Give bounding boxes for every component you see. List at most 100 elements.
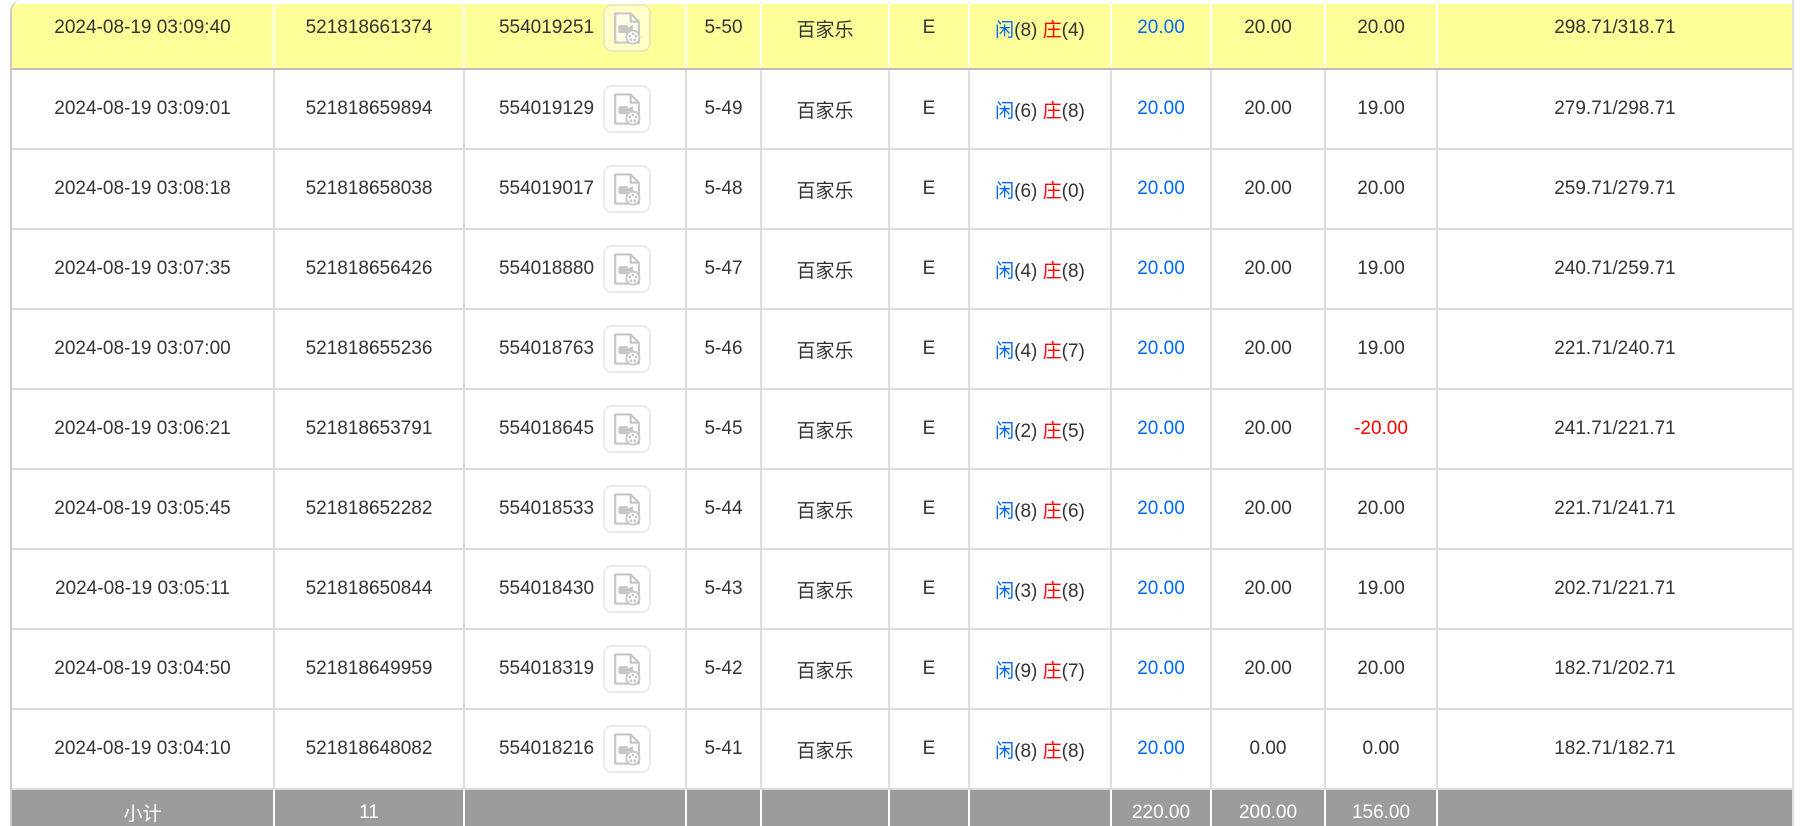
- video-file-icon: [607, 329, 647, 369]
- video-replay-button[interactable]: [603, 4, 651, 52]
- banker-result-label: 庄: [1043, 181, 1062, 202]
- win-loss-amount: 20.00: [1357, 178, 1405, 199]
- cell-table-code: E: [889, 709, 969, 789]
- table-row[interactable]: 2024-08-19 03:07:35 521818656426 5540188…: [12, 229, 1792, 309]
- cell-result: 闲(9) 庄(7): [969, 629, 1111, 709]
- win-loss-amount: 19.00: [1357, 578, 1405, 599]
- video-replay-button[interactable]: [603, 165, 651, 213]
- cell-game-id: 554019017: [464, 149, 686, 229]
- player-result-value: (8): [1014, 741, 1037, 762]
- table-row[interactable]: 2024-08-19 03:09:40 521818661374 5540192…: [12, 4, 1792, 69]
- win-loss-amount: 19.00: [1357, 338, 1405, 359]
- game-type: 百家乐: [796, 341, 853, 362]
- cell-balance: 259.71/279.71: [1437, 149, 1792, 229]
- cell-time: 2024-08-19 03:09:01: [12, 69, 274, 149]
- cell-bet-id: 521818661374: [274, 4, 464, 69]
- banker-result-value: (8): [1062, 581, 1085, 602]
- banker-result-label: 庄: [1043, 741, 1062, 762]
- player-result-label: 闲: [995, 581, 1014, 602]
- banker-result-value: (4): [1062, 20, 1085, 41]
- table-row[interactable]: 2024-08-19 03:07:00 521818655236 5540187…: [12, 309, 1792, 389]
- valid-bet-amount: 20.00: [1137, 418, 1185, 439]
- table-code: E: [923, 498, 936, 519]
- cell-bet-amount: 20.00: [1211, 549, 1325, 629]
- cell-round: 5-49: [686, 69, 761, 149]
- video-replay-button[interactable]: [603, 725, 651, 773]
- balance-after: 279.71/298.71: [1554, 98, 1676, 119]
- video-file-icon: [607, 169, 647, 209]
- game-id: 554019251: [499, 17, 594, 39]
- video-replay-button[interactable]: [603, 325, 651, 373]
- cell-bet-amount: 20.00: [1211, 69, 1325, 149]
- cell-balance: 279.71/298.71: [1437, 69, 1792, 149]
- cell-round: 5-47: [686, 229, 761, 309]
- cell-valid-bet: 20.00: [1111, 709, 1211, 789]
- table-row[interactable]: 2024-08-19 03:04:50 521818649959 5540183…: [12, 629, 1792, 709]
- cell-bet-id: 521818650844: [274, 549, 464, 629]
- video-file-icon: [607, 489, 647, 529]
- round-number: 5-50: [704, 17, 742, 38]
- cell-win-loss: 20.00: [1325, 4, 1437, 69]
- bet-id: 521818648082: [306, 738, 433, 759]
- game-id: 554019017: [499, 178, 594, 200]
- game-type: 百家乐: [796, 20, 853, 41]
- player-result-value: (8): [1014, 501, 1037, 522]
- table-code: E: [923, 578, 936, 599]
- cell-game-type: 百家乐: [761, 309, 889, 389]
- balance-after: 221.71/241.71: [1554, 498, 1676, 519]
- bet-id: 521818655236: [306, 338, 433, 359]
- video-replay-button[interactable]: [603, 565, 651, 613]
- player-result-label: 闲: [995, 501, 1014, 522]
- cell-balance: 241.71/221.71: [1437, 389, 1792, 469]
- bet-id: 521818650844: [306, 578, 433, 599]
- round-number: 5-43: [704, 578, 742, 599]
- cell-table-code: E: [889, 69, 969, 149]
- game-type: 百家乐: [796, 501, 853, 522]
- video-replay-button[interactable]: [603, 485, 651, 533]
- subtotal-win-loss: 156.00: [1325, 789, 1437, 826]
- cell-table-code: E: [889, 389, 969, 469]
- cell-bet-id: 521818658038: [274, 149, 464, 229]
- cell-win-loss: 0.00: [1325, 709, 1437, 789]
- table-code: E: [923, 258, 936, 279]
- win-loss-amount: 20.00: [1357, 17, 1405, 38]
- video-replay-button[interactable]: [603, 405, 651, 453]
- cell-bet-amount: 20.00: [1211, 4, 1325, 69]
- cell-time: 2024-08-19 03:07:35: [12, 229, 274, 309]
- table-row[interactable]: 2024-08-19 03:08:18 521818658038 5540190…: [12, 149, 1792, 229]
- video-replay-button[interactable]: [603, 85, 651, 133]
- cell-table-code: E: [889, 629, 969, 709]
- table-row[interactable]: 2024-08-19 03:05:45 521818652282 5540185…: [12, 469, 1792, 549]
- bet-time: 2024-08-19 03:05:11: [55, 578, 230, 599]
- cell-result: 闲(6) 庄(8): [969, 69, 1111, 149]
- bet-id: 521818649959: [306, 658, 433, 679]
- table-row[interactable]: 2024-08-19 03:05:11 521818650844 5540184…: [12, 549, 1792, 629]
- cell-game-type: 百家乐: [761, 389, 889, 469]
- banker-result-label: 庄: [1043, 261, 1062, 282]
- banker-result-label: 庄: [1043, 341, 1062, 362]
- table-row[interactable]: 2024-08-19 03:06:21 521818653791 5540186…: [12, 389, 1792, 469]
- cell-round: 5-42: [686, 629, 761, 709]
- cell-game-type: 百家乐: [761, 4, 889, 69]
- table-row[interactable]: 2024-08-19 03:04:10 521818648082 5540182…: [12, 709, 1792, 789]
- cell-game-id: 554019251: [464, 4, 686, 69]
- subtotal-count: 11: [274, 789, 464, 826]
- video-replay-button[interactable]: [603, 645, 651, 693]
- cell-result: 闲(6) 庄(0): [969, 149, 1111, 229]
- bet-id: 521818652282: [306, 498, 433, 519]
- valid-bet-amount: 20.00: [1137, 658, 1185, 679]
- banker-result-value: (8): [1062, 261, 1085, 282]
- table-row[interactable]: 2024-08-19 03:09:01 521818659894 5540191…: [12, 69, 1792, 149]
- cell-valid-bet: 20.00: [1111, 69, 1211, 149]
- cell-bet-id: 521818652282: [274, 469, 464, 549]
- cell-game-type: 百家乐: [761, 709, 889, 789]
- cell-result: 闲(4) 庄(7): [969, 309, 1111, 389]
- bet-amount: 20.00: [1244, 17, 1292, 38]
- bet-time: 2024-08-19 03:04:50: [54, 658, 230, 679]
- video-replay-button[interactable]: [603, 245, 651, 293]
- cell-table-code: E: [889, 309, 969, 389]
- cell-balance: 182.71/202.71: [1437, 629, 1792, 709]
- banker-result-label: 庄: [1043, 501, 1062, 522]
- bet-time: 2024-08-19 03:07:00: [54, 338, 230, 359]
- banker-result-label: 庄: [1043, 581, 1062, 602]
